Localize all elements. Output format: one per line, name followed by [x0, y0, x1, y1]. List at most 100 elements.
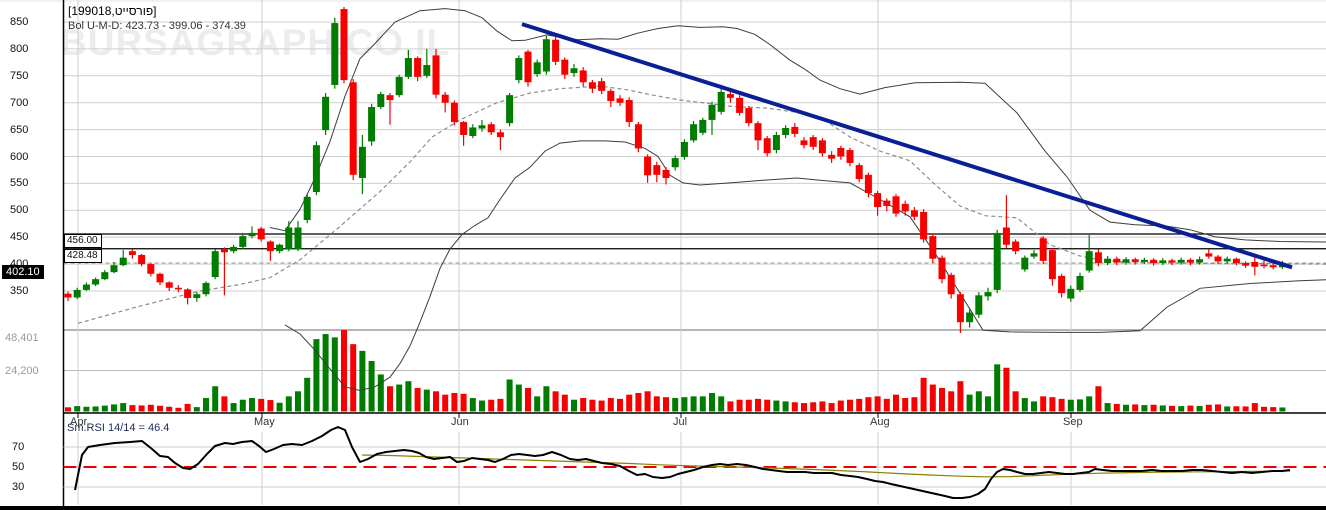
bollinger-upper [269, 8, 1326, 243]
candle [745, 108, 753, 124]
candle [1242, 263, 1250, 266]
volume-bar [985, 396, 991, 412]
volume-bar [709, 392, 715, 412]
candle [561, 59, 569, 75]
chart-window: BURSAGRAPH.CO.IL [199018,פורסייט] Bol U-… [0, 0, 1326, 510]
volume-bar [405, 381, 412, 412]
volume-bar [258, 398, 265, 412]
candle [349, 82, 357, 175]
candle [193, 294, 201, 298]
volume-bar [387, 386, 393, 412]
volume-bar [488, 399, 495, 412]
candle [211, 251, 219, 278]
volume-bar [276, 402, 283, 412]
candle [147, 264, 155, 274]
candle [92, 279, 100, 285]
candle [1058, 275, 1066, 294]
candle [662, 169, 670, 179]
volume-bar [1123, 404, 1129, 412]
volume-bar [377, 374, 384, 412]
candle [82, 284, 90, 290]
candle [377, 94, 385, 108]
candle [644, 156, 652, 176]
candle [230, 246, 238, 252]
candle [855, 165, 863, 180]
candle [929, 236, 937, 259]
volume-bar [267, 400, 274, 412]
volume-bar [184, 403, 191, 412]
volume-bar [221, 396, 228, 412]
volume-bar [810, 402, 817, 412]
candle [920, 211, 928, 240]
volume-bar [929, 384, 936, 412]
candle [423, 65, 431, 76]
candle [506, 95, 514, 124]
candle [312, 145, 320, 193]
candle [496, 132, 504, 138]
candle [864, 174, 872, 194]
candle [1039, 238, 1047, 261]
candle [800, 140, 808, 146]
candle [966, 312, 974, 323]
candle [828, 154, 836, 159]
candle [248, 232, 256, 237]
candle [1076, 275, 1084, 290]
volume-bar [1178, 406, 1185, 412]
candle [1067, 288, 1075, 299]
candle [598, 81, 606, 91]
candle [1021, 257, 1029, 270]
candle [1012, 241, 1020, 252]
volume-bar [295, 391, 301, 412]
volume-bar [433, 391, 439, 412]
volume-bar [902, 398, 909, 412]
candle [340, 9, 348, 81]
candle [73, 289, 81, 298]
candle [1251, 261, 1259, 267]
candle [607, 90, 615, 102]
chart-canvas[interactable] [0, 0, 1326, 510]
candle [772, 134, 780, 151]
candle [404, 58, 412, 77]
volume-bar [166, 406, 173, 412]
volume-bar [111, 404, 117, 412]
volume-bar [893, 394, 899, 412]
candle [1232, 258, 1240, 264]
volume-bar [598, 400, 605, 412]
candle [220, 249, 228, 253]
volume-bar [368, 360, 375, 412]
candle [303, 196, 311, 220]
volume-bar [1261, 406, 1267, 412]
volume-bar [745, 399, 752, 412]
candle [726, 94, 734, 98]
volume-bar [883, 398, 890, 412]
candle [202, 282, 210, 295]
candle [533, 62, 541, 75]
candle [1150, 259, 1158, 264]
candle [579, 70, 587, 83]
candle [165, 282, 173, 288]
volume-bar [828, 403, 835, 412]
volume-bar [1012, 391, 1019, 412]
volume-bar [847, 399, 853, 412]
candle [110, 265, 118, 273]
candle [1223, 258, 1231, 262]
volume-bar [736, 399, 743, 412]
candle [1186, 259, 1194, 263]
candle [634, 124, 642, 149]
volume-bar [1215, 404, 1221, 412]
bottom-border [0, 506, 1326, 510]
volume-bar [451, 392, 458, 412]
volume-bar [1049, 397, 1056, 412]
candle [322, 96, 330, 131]
candle [1159, 260, 1167, 264]
candle [717, 91, 725, 112]
candle [782, 127, 790, 135]
candle [450, 102, 458, 123]
volume-bar [92, 406, 99, 412]
volume-bar [589, 399, 596, 412]
candle [285, 227, 293, 250]
volume-bar [460, 393, 467, 412]
candle [1113, 258, 1121, 263]
candle [570, 68, 578, 74]
volume-bar [1187, 405, 1194, 412]
